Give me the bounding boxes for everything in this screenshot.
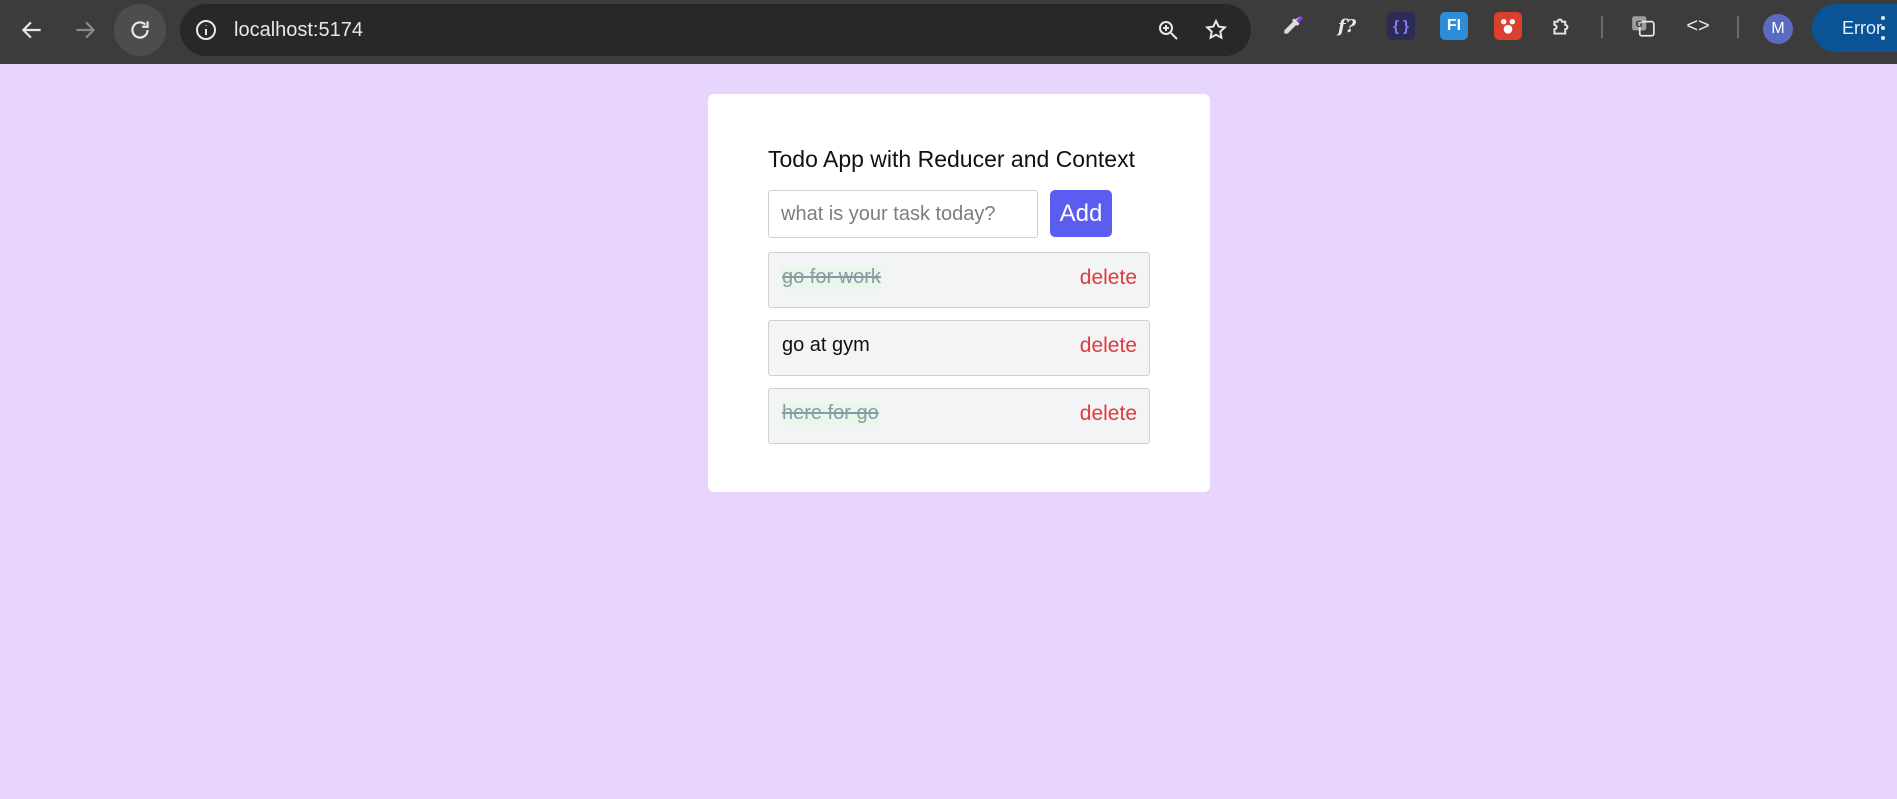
reload-icon: [131, 21, 149, 39]
back-button[interactable]: [6, 4, 58, 56]
svg-text:G: G: [1635, 20, 1642, 30]
todo-text[interactable]: go for work: [781, 266, 882, 289]
address-bar[interactable]: localhost:5174: [180, 4, 1251, 56]
toolbar-separator: [1601, 16, 1603, 38]
todo-item[interactable]: go at gym delete: [768, 320, 1150, 376]
todo-item[interactable]: here for go delete: [768, 388, 1150, 444]
translate-icon: G: [1632, 16, 1655, 37]
zoom-button[interactable]: [1154, 16, 1182, 44]
puzzle-icon: [1553, 18, 1569, 35]
star-icon: [1204, 18, 1228, 40]
code-extension-icon[interactable]: <>: [1684, 12, 1712, 40]
todo-text[interactable]: here for go: [781, 402, 880, 425]
add-button[interactable]: Add: [1050, 190, 1112, 237]
red-extension-icon[interactable]: [1494, 12, 1522, 40]
url-text[interactable]: localhost:5174: [234, 4, 363, 56]
todo-card: Todo App with Reducer and Context Add go…: [708, 94, 1210, 492]
bookmark-button[interactable]: [1202, 16, 1230, 44]
zoom-in-icon: [1159, 21, 1178, 40]
todo-text[interactable]: go at gym: [781, 334, 871, 357]
menu-dots-icon[interactable]: [1880, 16, 1886, 40]
arrow-left-icon: [21, 21, 41, 39]
profile-avatar[interactable]: M: [1763, 14, 1793, 44]
extensions-puzzle-icon[interactable]: [1548, 12, 1576, 40]
task-input[interactable]: [768, 190, 1038, 238]
site-info-button[interactable]: [192, 16, 220, 44]
forward-button[interactable]: [59, 4, 111, 56]
json-extension-icon[interactable]: { }: [1387, 12, 1415, 40]
color-picker-extension-icon[interactable]: [1279, 12, 1307, 40]
fi-extension-icon[interactable]: FI: [1440, 12, 1468, 40]
font-finder-extension-icon[interactable]: f?: [1333, 12, 1361, 40]
arrow-right-icon: [76, 21, 96, 39]
reload-button[interactable]: [114, 4, 166, 56]
todo-item[interactable]: go for work delete: [768, 252, 1150, 308]
info-icon: [196, 20, 216, 40]
browser-toolbar: localhost:5174 f? { } FI G <> M Error: [0, 0, 1897, 64]
eyedropper-icon: [1284, 16, 1303, 34]
delete-button[interactable]: delete: [1080, 402, 1137, 426]
delete-button[interactable]: delete: [1080, 334, 1137, 358]
page-title: Todo App with Reducer and Context: [768, 146, 1135, 172]
paw-icon: [1500, 18, 1516, 34]
toolbar-separator: [1737, 16, 1739, 38]
translate-extension-icon[interactable]: G: [1629, 12, 1657, 40]
delete-button[interactable]: delete: [1080, 266, 1137, 290]
